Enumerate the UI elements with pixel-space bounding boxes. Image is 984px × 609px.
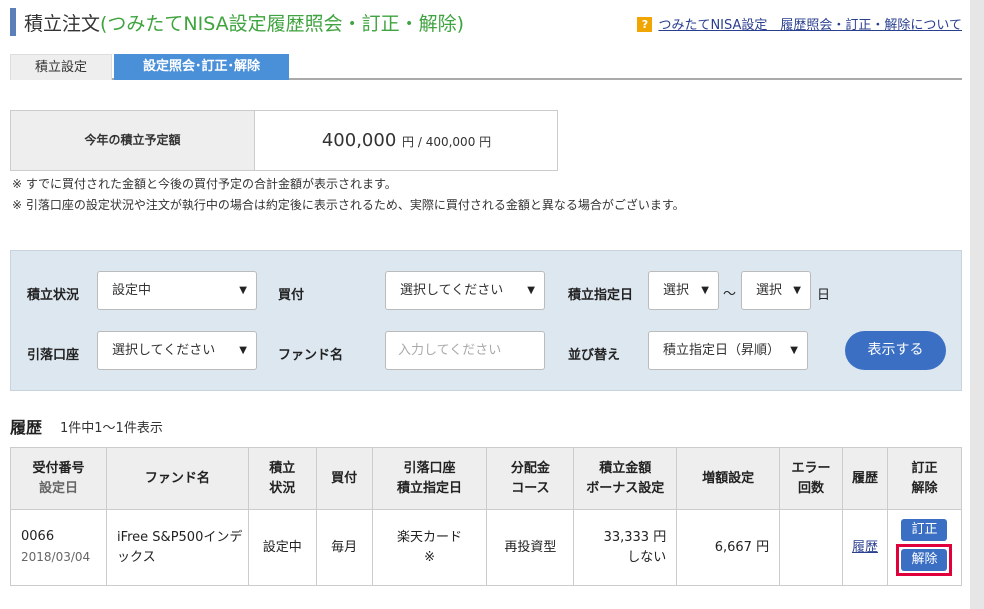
history-title: 履歴 (10, 418, 43, 437)
annual-amount-number: 400,000 (321, 130, 397, 151)
cell-number: 0066 2018/03/04 (10, 509, 107, 586)
status-label: 積立状況 (27, 288, 80, 303)
date-from-select[interactable]: 選択 ▼ (648, 271, 719, 310)
account-name: 楽天カード (397, 529, 463, 545)
col-header-amount: 積立金額 ボーナス設定 (573, 447, 678, 510)
cell-errors (779, 509, 843, 586)
sort-select[interactable]: 積立指定日（昇順） ▼ (648, 331, 808, 370)
cancel-highlight: 解除 (896, 544, 953, 576)
chevron-down-icon: ▼ (701, 285, 709, 296)
table-header-row: 受付番号 設定日 ファンド名 積立 状況 買付 引落口座 積立指定日 分配金 コース 積… (10, 447, 963, 510)
account-select[interactable]: 選択してください ▼ (97, 331, 257, 370)
page-title: 積立注文(つみたてNISA設定履歴照会・訂正・解除) (24, 9, 464, 36)
sort-select-value: 積立指定日（昇順） (663, 343, 781, 358)
tab-bar: 積立設定 設定照会･訂正･解除 (10, 54, 962, 80)
col-header-fund: ファンド名 (105, 447, 249, 510)
edit-button[interactable]: 訂正 (901, 519, 948, 541)
col-header-increase: 増額設定 (676, 447, 781, 510)
buy-label: 買付 (278, 288, 305, 303)
status-select[interactable]: 設定中 ▼ (97, 271, 257, 310)
page: 積立注文(つみたてNISA設定履歴照会・訂正・解除) ? つみたてNISA設定 履… (0, 0, 984, 609)
col-header-history: 履歴 (842, 447, 888, 510)
cancel-button[interactable]: 解除 (901, 549, 948, 571)
account-day: ※ (424, 549, 435, 565)
col-header-actions: 訂正 解除 (886, 447, 963, 510)
fund-label: ファンド名 (278, 348, 344, 363)
chevron-down-icon: ▼ (239, 285, 247, 296)
cell-history: 履歴 (842, 509, 888, 586)
day-unit: 日 (817, 288, 831, 303)
col-header-status: 積立 状況 (247, 447, 317, 510)
cell-increase: 6,667 円 (676, 509, 781, 586)
order-number: 0066 (21, 529, 55, 544)
col-header-errors: エラー 回数 (779, 447, 843, 510)
filter-panel: 積立状況 設定中 ▼ 買付 選択してください ▼ 積立指定日 選択 ▼ ～ 選択… (10, 250, 962, 391)
date-from-value: 選択 (663, 283, 690, 298)
chevron-down-icon: ▼ (790, 345, 798, 356)
title-bar: 積立注文(つみたてNISA設定履歴照会・訂正・解除) ? つみたてNISA設定 履… (10, 6, 962, 38)
note-2: ※ 引落口座の設定状況や注文が執行中の場合は約定後に表示されるため、実際に買付さ… (12, 198, 685, 212)
show-button[interactable]: 表示する (845, 331, 946, 370)
cell-course: 再投資型 (486, 509, 575, 586)
cell-fund: iFree S&P500インデックス (105, 509, 249, 586)
chevron-down-icon: ▼ (527, 285, 535, 296)
account-select-value: 選択してください (112, 343, 216, 358)
annual-amount-box: 今年の積立予定額 400,000 円 / 400,000 円 (10, 110, 558, 171)
annual-amount-unit: 円 (402, 135, 415, 149)
col-header-buy: 買付 (315, 447, 373, 510)
bonus-value: しない (627, 549, 667, 565)
tab-settings-inquiry[interactable]: 設定照会･訂正･解除 (114, 54, 289, 80)
col-header-course: 分配金 コース (486, 447, 575, 510)
cell-account: 楽天カード ※ (371, 509, 488, 586)
date-label: 積立指定日 (568, 288, 634, 303)
annual-amount-limit: / 400,000 円 (414, 135, 492, 149)
buy-select-value: 選択してください (400, 283, 504, 298)
help-link[interactable]: ? つみたてNISA設定 履歴照会・訂正・解除について (637, 14, 962, 33)
date-to-select[interactable]: 選択 ▼ (741, 271, 811, 310)
history-count: 1件中1～1件表示 (60, 421, 163, 436)
annual-amount-label: 今年の積立予定額 (11, 111, 255, 170)
annual-amount-value: 400,000 円 / 400,000 円 (256, 111, 557, 170)
cell-amount: 33,333 円 しない (573, 509, 678, 586)
cell-buy: 毎月 (315, 509, 373, 586)
account-label: 引落口座 (27, 348, 80, 363)
note-1: ※ すでに買付された金額と今後の買付予定の合計金額が表示されます。 (12, 177, 397, 191)
status-select-value: 設定中 (112, 283, 152, 298)
date-to-value: 選択 (756, 283, 783, 298)
history-link[interactable]: 履歴 (852, 540, 878, 555)
page-subtitle: (つみたてNISA設定履歴照会・訂正・解除) (100, 13, 465, 35)
col-header-number: 受付番号 設定日 (10, 447, 107, 510)
chevron-down-icon: ▼ (239, 345, 247, 356)
chevron-down-icon: ▼ (793, 285, 801, 296)
help-icon: ? (637, 17, 653, 32)
cell-actions: 訂正 解除 (886, 509, 963, 586)
page-title-text: 積立注文 (24, 13, 101, 35)
amount-value: 33,333 円 (603, 529, 667, 545)
table-row: 0066 2018/03/04 iFree S&P500インデックス 設定中 毎… (10, 509, 963, 586)
buy-select[interactable]: 選択してください ▼ (385, 271, 545, 310)
scrollbar[interactable] (970, 0, 984, 609)
tab-tsumitate-settings[interactable]: 積立設定 (10, 54, 112, 80)
fund-name-input[interactable]: 入力してください (385, 331, 545, 370)
col-header-account: 引落口座 積立指定日 (371, 447, 488, 510)
setting-date: 2018/03/04 (21, 550, 91, 564)
history-table: 受付番号 設定日 ファンド名 積立 状況 買付 引落口座 積立指定日 分配金 コース 積… (10, 447, 963, 586)
date-range-tilde: ～ (723, 287, 737, 302)
cell-status: 設定中 (247, 509, 317, 586)
sort-label: 並び替え (568, 348, 621, 363)
title-accent-bar (10, 8, 16, 36)
help-link-text[interactable]: つみたてNISA設定 履歴照会・訂正・解除について (658, 18, 962, 33)
